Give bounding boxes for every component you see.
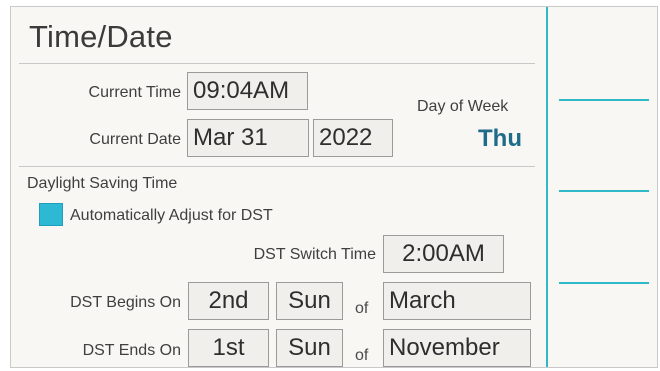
dst-ends-week-field[interactable]: 1st	[188, 329, 269, 367]
current-date-label: Current Date	[89, 131, 181, 148]
dst-ends-of-text: of	[355, 347, 369, 364]
dst-ends-label: DST Ends On	[82, 342, 181, 359]
title-divider	[19, 63, 535, 64]
dst-begins-week-field[interactable]: 2nd	[188, 282, 269, 320]
softkey-4[interactable]	[548, 285, 658, 367]
day-of-week-value: Thu	[478, 125, 522, 152]
dst-begins-day-field[interactable]: Sun	[276, 282, 343, 320]
softkey-divider-2	[559, 190, 649, 192]
softkey-divider-1	[559, 99, 649, 101]
auto-adjust-dst-checkbox[interactable]	[39, 203, 63, 226]
softkey-3[interactable]	[548, 193, 658, 281]
dst-begins-of-text: of	[355, 300, 369, 317]
dst-ends-day-field[interactable]: Sun	[276, 329, 343, 367]
current-date-month-day-field[interactable]: Mar 31	[187, 119, 309, 157]
dst-begins-label: DST Begins On	[70, 294, 181, 311]
current-time-field[interactable]: 09:04AM	[187, 72, 308, 110]
dst-begins-month-field[interactable]: March	[383, 282, 531, 320]
time-date-screen: Time/Date Current Time 09:04AM Current D…	[10, 6, 658, 368]
dst-switch-time-field[interactable]: 2:00AM	[383, 235, 504, 273]
page-title: Time/Date	[29, 19, 173, 54]
dst-ends-month-field[interactable]: November	[383, 329, 531, 367]
section-divider	[19, 166, 535, 167]
auto-adjust-dst-label: Automatically Adjust for DST	[70, 207, 273, 224]
softkey-2[interactable]	[548, 102, 658, 190]
dst-section-label: Daylight Saving Time	[27, 175, 178, 192]
current-date-year-field[interactable]: 2022	[313, 119, 393, 157]
softkey-1[interactable]	[548, 9, 658, 97]
dst-switch-time-label: DST Switch Time	[253, 246, 376, 263]
softkey-divider-3	[559, 282, 649, 284]
current-time-label: Current Time	[88, 84, 181, 101]
day-of-week-label: Day of Week	[417, 98, 509, 115]
